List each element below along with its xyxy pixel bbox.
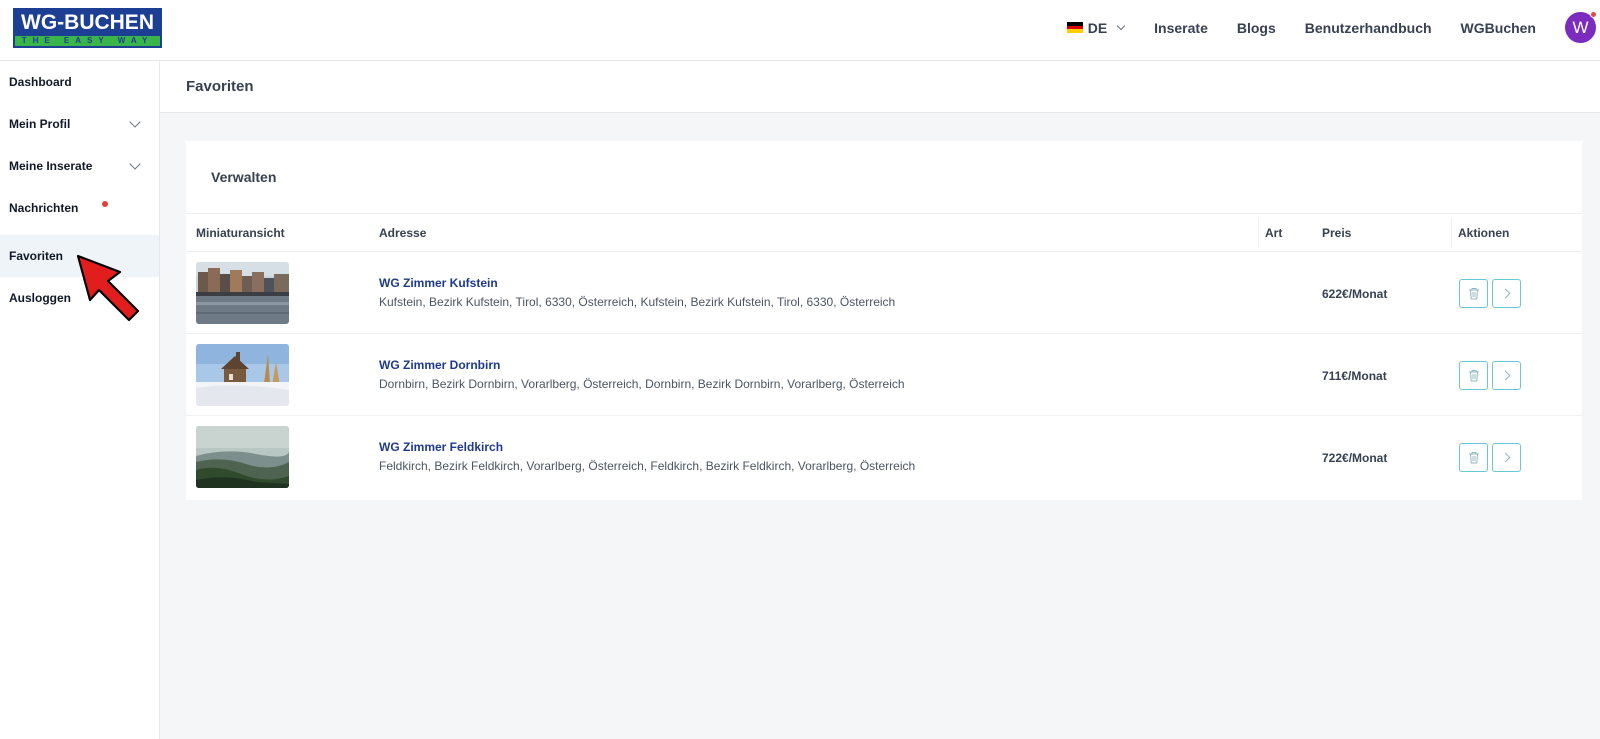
- logo-tagline: THE EASY WAY: [15, 36, 160, 46]
- nav-blogs[interactable]: Blogs: [1237, 20, 1276, 36]
- column-header-type: Art: [1265, 226, 1283, 240]
- sidebar: Dashboard Mein Profil Meine Inserate Nac…: [0, 61, 160, 739]
- sidebar-item-dashboard[interactable]: Dashboard: [0, 61, 159, 103]
- listing-price: 622€/Monat: [1322, 287, 1388, 301]
- main-content: Favoriten Verwalten Miniaturansicht Adre…: [160, 61, 1600, 739]
- listing-address: Feldkirch, Bezirk Feldkirch, Vorarlberg,…: [379, 459, 916, 473]
- pointer-arrow-icon: [76, 254, 140, 322]
- card-title: Verwalten: [186, 141, 1582, 214]
- chevron-down-icon: [129, 116, 141, 128]
- listing-address: Dornbirn, Bezirk Dornbirn, Vorarlberg, Ö…: [379, 377, 905, 391]
- trash-icon: [1468, 370, 1479, 382]
- table-header: Miniaturansicht Adresse Art Preis Aktion…: [186, 214, 1582, 252]
- table-row: WG Zimmer Feldkirch Feldkirch, Bezirk Fe…: [186, 416, 1582, 498]
- main-nav: DE Inserate Blogs Benutzerhandbuch WGBuc…: [1066, 0, 1600, 55]
- chevron-right-icon: [1500, 370, 1510, 381]
- listing-title-link[interactable]: WG Zimmer Feldkirch: [379, 440, 503, 454]
- column-header-thumbnail: Miniaturansicht: [196, 226, 285, 240]
- column-header-actions: Aktionen: [1458, 226, 1510, 240]
- column-header-price: Preis: [1322, 226, 1352, 240]
- column-divider: [1258, 218, 1259, 248]
- sidebar-item-label: Ausloggen: [9, 291, 71, 305]
- chevron-down-icon: [1116, 21, 1126, 30]
- listing-thumbnail[interactable]: [196, 426, 289, 488]
- page-title: Favoriten: [160, 61, 1600, 113]
- delete-button[interactable]: [1459, 361, 1488, 390]
- listing-title-link[interactable]: WG Zimmer Dornbirn: [379, 358, 500, 372]
- avatar-letter: W: [1572, 18, 1589, 37]
- listing-title-link[interactable]: WG Zimmer Kufstein: [379, 276, 498, 290]
- top-bar: WG-BUCHEN THE EASY WAY DE Inserate Blogs…: [0, 0, 1600, 61]
- listing-address: Kufstein, Bezirk Kufstein, Tirol, 6330, …: [379, 295, 896, 309]
- german-flag-icon: [1066, 22, 1083, 33]
- sidebar-item-label: Meine Inserate: [9, 159, 93, 173]
- chevron-right-icon: [1500, 288, 1510, 299]
- sidebar-item-mein-profil[interactable]: Mein Profil: [0, 103, 159, 145]
- sidebar-item-label: Mein Profil: [9, 117, 71, 131]
- table-row: WG Zimmer Dornbirn Dornbirn, Bezirk Dorn…: [186, 334, 1582, 416]
- open-listing-button[interactable]: [1492, 443, 1521, 472]
- language-selector[interactable]: DE: [1066, 19, 1126, 36]
- sidebar-item-label: Dashboard: [9, 75, 72, 89]
- listing-thumbnail[interactable]: [196, 262, 289, 324]
- sidebar-item-label: Nachrichten: [9, 201, 79, 215]
- sidebar-item-meine-inserate[interactable]: Meine Inserate: [0, 145, 159, 187]
- language-label: DE: [1087, 19, 1108, 36]
- nav-inserate[interactable]: Inserate: [1154, 20, 1208, 36]
- sidebar-item-nachrichten[interactable]: Nachrichten: [0, 187, 159, 229]
- logo-text: WG-BUCHEN: [15, 10, 160, 36]
- notification-dot: [1590, 11, 1597, 18]
- avatar[interactable]: W: [1565, 11, 1597, 43]
- open-listing-button[interactable]: [1492, 361, 1521, 390]
- nav-benutzerhandbuch[interactable]: Benutzerhandbuch: [1305, 20, 1432, 36]
- nav-wgbuchen[interactable]: WGBuchen: [1461, 20, 1536, 36]
- listing-price: 711€/Monat: [1322, 369, 1387, 383]
- delete-button[interactable]: [1459, 279, 1488, 308]
- favorites-card: Verwalten Miniaturansicht Adresse Art Pr…: [186, 141, 1582, 500]
- listing-price: 722€/Monat: [1322, 451, 1388, 465]
- delete-button[interactable]: [1459, 443, 1488, 472]
- chevron-down-icon: [129, 158, 141, 170]
- table-row: WG Zimmer Kufstein Kufstein, Bezirk Kufs…: [186, 252, 1582, 334]
- chevron-right-icon: [1500, 452, 1510, 463]
- trash-icon: [1468, 288, 1479, 300]
- logo[interactable]: WG-BUCHEN THE EASY WAY: [13, 8, 162, 48]
- unread-dot: [102, 201, 108, 207]
- column-header-address: Adresse: [379, 226, 427, 240]
- listing-thumbnail[interactable]: [196, 344, 289, 406]
- trash-icon: [1468, 452, 1479, 464]
- open-listing-button[interactable]: [1492, 279, 1521, 308]
- sidebar-item-label: Favoriten: [9, 249, 64, 263]
- column-divider: [1451, 218, 1452, 248]
